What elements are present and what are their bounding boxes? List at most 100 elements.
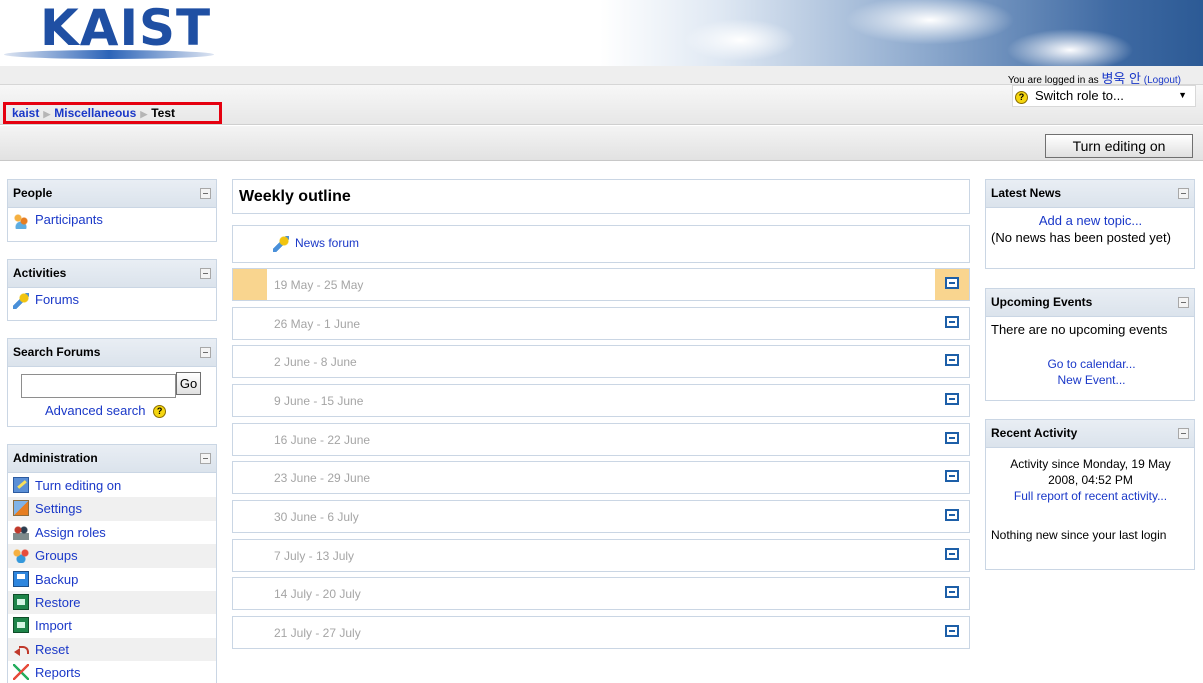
admin-item-groups[interactable]: Groups <box>8 544 216 568</box>
admin-item-reset[interactable]: Reset <box>8 637 216 662</box>
header-sky-banner <box>600 0 1203 66</box>
search-go-button[interactable]: Go <box>176 372 201 395</box>
week-section: 26 May - 1 June <box>232 307 970 340</box>
switch-role-select[interactable]: ? Switch role to... ▼ <box>1012 85 1196 107</box>
people-block: People Participants <box>7 179 217 242</box>
no-news-text: (No news has been posted yet) <box>991 230 1171 245</box>
admin-item-label[interactable]: Turn editing on <box>35 478 121 493</box>
show-only-week-icon[interactable] <box>945 586 959 598</box>
editing-bar: Turn editing on <box>0 126 1203 161</box>
week-label: 21 July - 27 July <box>274 626 361 640</box>
week-toggle[interactable] <box>935 540 969 571</box>
week-toggle[interactable] <box>935 617 969 648</box>
forums-link[interactable]: Forums <box>35 292 79 307</box>
week-marker <box>233 424 267 455</box>
activity-since-text: Activity since Monday, 19 May 2008, 04:5… <box>1010 457 1171 487</box>
week-toggle[interactable] <box>935 308 969 339</box>
kaist-logo[interactable]: KAIST <box>40 2 211 54</box>
breadcrumb-current: Test <box>151 106 176 120</box>
collapse-icon[interactable] <box>1178 297 1189 308</box>
breadcrumb-kaist[interactable]: kaist <box>12 106 39 120</box>
admin-item-assign-roles[interactable]: Assign roles <box>8 521 216 544</box>
week-toggle[interactable] <box>935 578 969 609</box>
full-report-link[interactable]: Full report of recent activity... <box>1014 489 1167 503</box>
news-forum-section: News forum <box>232 225 970 263</box>
forum-icon <box>273 236 289 252</box>
week-label: 26 May - 1 June <box>274 317 361 331</box>
block-header: Administration <box>8 445 216 473</box>
show-only-week-icon[interactable] <box>945 432 959 444</box>
show-only-week-icon[interactable] <box>945 354 959 366</box>
show-only-week-icon[interactable] <box>945 393 959 405</box>
week-label: 14 July - 20 July <box>274 587 361 601</box>
show-only-week-icon[interactable] <box>945 470 959 482</box>
week-section: 16 June - 22 June <box>232 423 970 456</box>
admin-item-label[interactable]: Reports <box>35 665 81 680</box>
new-event-row: New Event... <box>991 372 1192 388</box>
upcoming-links: Go to calendar... New Event... <box>991 356 1192 388</box>
block-title: Recent Activity <box>991 426 1078 440</box>
breadcrumb-miscellaneous[interactable]: Miscellaneous <box>54 106 136 120</box>
help-icon[interactable]: ? <box>153 405 167 419</box>
week-toggle[interactable] <box>935 462 969 493</box>
collapse-icon[interactable] <box>200 347 211 358</box>
advanced-search-link[interactable]: Advanced search <box>45 403 145 418</box>
week-toggle[interactable] <box>935 346 969 377</box>
admin-item-turn-editing[interactable]: Turn editing on <box>8 474 216 497</box>
administration-list: Turn editing on Settings Assign roles Gr… <box>8 473 216 683</box>
block-header: Latest News <box>986 180 1194 208</box>
full-report-row: Full report of recent activity... <box>991 488 1190 504</box>
admin-item-import[interactable]: Import <box>8 614 216 637</box>
news-forum-link[interactable]: News forum <box>295 236 359 250</box>
block-header: Upcoming Events <box>986 289 1194 317</box>
turn-editing-on-button[interactable]: Turn editing on <box>1045 134 1193 158</box>
week-section: 21 July - 27 July <box>232 616 970 649</box>
week-label: 9 June - 15 June <box>274 394 364 408</box>
week-toggle[interactable] <box>935 501 969 532</box>
username-link[interactable]: 병욱 안 <box>1101 71 1141 86</box>
login-bar: You are logged in as 병욱 안 (Logout) <box>0 66 1203 86</box>
collapse-icon[interactable] <box>1178 188 1189 199</box>
participants-link[interactable]: Participants <box>35 212 103 227</box>
add-new-topic-link[interactable]: Add a new topic... <box>1039 213 1142 228</box>
admin-item-label[interactable]: Restore <box>35 595 81 610</box>
week-label: 19 May - 25 May <box>274 278 364 292</box>
participants-icon <box>13 212 29 229</box>
block-header: Recent Activity <box>986 420 1194 448</box>
upcoming-events-content: There are no upcoming events Go to calen… <box>986 317 1194 388</box>
breadcrumb: kaist ▶ Miscellaneous ▶ Test <box>3 102 222 124</box>
show-only-week-icon[interactable] <box>945 277 959 289</box>
week-toggle[interactable] <box>935 385 969 416</box>
help-icon[interactable]: ? <box>1015 91 1028 104</box>
go-to-calendar-link[interactable]: Go to calendar... <box>1047 357 1135 371</box>
show-only-week-icon[interactable] <box>945 316 959 328</box>
show-only-week-icon[interactable] <box>945 548 959 560</box>
new-event-link[interactable]: New Event... <box>1057 373 1125 387</box>
admin-item-backup[interactable]: Backup <box>8 568 216 591</box>
collapse-icon[interactable] <box>200 268 211 279</box>
week-toggle[interactable] <box>935 269 969 300</box>
block-title: Activities <box>13 266 67 280</box>
week-label: 16 June - 22 June <box>274 433 371 447</box>
collapse-icon[interactable] <box>200 188 211 199</box>
admin-item-reports[interactable]: Reports <box>8 661 216 683</box>
collapse-icon[interactable] <box>200 453 211 464</box>
advanced-search-row: Advanced search ? <box>45 403 167 419</box>
admin-item-settings[interactable]: Settings <box>8 497 216 521</box>
admin-item-label[interactable]: Backup <box>35 572 78 587</box>
forum-icon <box>13 292 29 309</box>
admin-item-label[interactable]: Import <box>35 618 72 633</box>
collapse-icon[interactable] <box>1178 428 1189 439</box>
admin-item-label[interactable]: Groups <box>35 548 78 563</box>
admin-item-label[interactable]: Reset <box>35 642 69 657</box>
block-title: People <box>13 186 53 200</box>
admin-item-label[interactable]: Assign roles <box>35 525 106 540</box>
search-forums-input[interactable] <box>21 374 176 398</box>
show-only-week-icon[interactable] <box>945 625 959 637</box>
block-header: People <box>8 180 216 208</box>
admin-item-restore[interactable]: Restore <box>8 590 216 615</box>
week-toggle[interactable] <box>935 424 969 455</box>
switch-role-label: Switch role to... <box>1035 88 1124 103</box>
admin-item-label[interactable]: Settings <box>35 501 82 516</box>
show-only-week-icon[interactable] <box>945 509 959 521</box>
